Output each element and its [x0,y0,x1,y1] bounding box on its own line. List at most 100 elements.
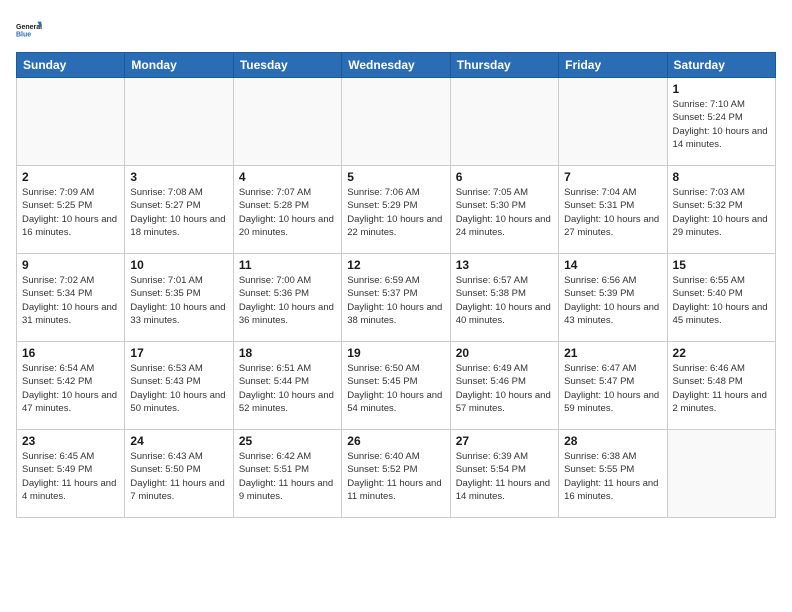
week-row-4: 16 Sunrise: 6:54 AM Sunset: 5:42 PM Dayli… [17,342,776,430]
day-info: Sunrise: 7:09 AM Sunset: 5:25 PM Dayligh… [22,186,119,239]
day-number: 3 [130,170,227,184]
calendar-cell: 22 Sunrise: 6:46 AM Sunset: 5:48 PM Dayli… [667,342,775,430]
calendar-cell: 24 Sunrise: 6:43 AM Sunset: 5:50 PM Dayli… [125,430,233,518]
day-info: Sunrise: 6:38 AM Sunset: 5:55 PM Dayligh… [564,450,661,503]
calendar-cell [17,78,125,166]
calendar-cell: 13Sunrise: 6:57 AM Sunset: 5:38 PM Dayli… [450,254,558,342]
calendar-cell: 14Sunrise: 6:56 AM Sunset: 5:39 PM Dayli… [559,254,667,342]
day-number: 28 [564,434,661,448]
week-row-5: 23 Sunrise: 6:45 AM Sunset: 5:49 PM Dayli… [17,430,776,518]
day-number: 9 [22,258,119,272]
calendar-cell: 6Sunrise: 7:05 AM Sunset: 5:30 PM Daylig… [450,166,558,254]
day-number: 13 [456,258,553,272]
calendar-cell: 9 Sunrise: 7:02 AM Sunset: 5:34 PM Daylig… [17,254,125,342]
calendar-cell: 2 Sunrise: 7:09 AM Sunset: 5:25 PM Daylig… [17,166,125,254]
calendar-cell [342,78,450,166]
week-row-3: 9 Sunrise: 7:02 AM Sunset: 5:34 PM Daylig… [17,254,776,342]
calendar-cell: 1 Sunrise: 7:10 AM Sunset: 5:24 PM Daylig… [667,78,775,166]
week-row-2: 2 Sunrise: 7:09 AM Sunset: 5:25 PM Daylig… [17,166,776,254]
day-info: Sunrise: 6:47 AM Sunset: 5:47 PM Dayligh… [564,362,661,415]
calendar-cell: 3Sunrise: 7:08 AM Sunset: 5:27 PM Daylig… [125,166,233,254]
calendar-cell: 18 Sunrise: 6:51 AM Sunset: 5:44 PM Dayli… [233,342,341,430]
calendar-cell [233,78,341,166]
calendar-cell: 27 Sunrise: 6:39 AM Sunset: 5:54 PM Dayli… [450,430,558,518]
calendar-cell: 10Sunrise: 7:01 AM Sunset: 5:35 PM Dayli… [125,254,233,342]
day-info: Sunrise: 6:46 AM Sunset: 5:48 PM Dayligh… [673,362,770,415]
calendar-cell [125,78,233,166]
day-number: 17 [130,346,227,360]
calendar-cell: 12 Sunrise: 6:59 AM Sunset: 5:37 PM Dayli… [342,254,450,342]
calendar-cell: 17 Sunrise: 6:53 AM Sunset: 5:43 PM Dayli… [125,342,233,430]
day-info: Sunrise: 6:39 AM Sunset: 5:54 PM Dayligh… [456,450,553,503]
day-info: Sunrise: 7:10 AM Sunset: 5:24 PM Dayligh… [673,98,770,151]
weekday-header-friday: Friday [559,53,667,78]
day-info: Sunrise: 6:55 AM Sunset: 5:40 PM Dayligh… [673,274,770,327]
calendar-cell: 11 Sunrise: 7:00 AM Sunset: 5:36 PM Dayli… [233,254,341,342]
day-info: Sunrise: 6:53 AM Sunset: 5:43 PM Dayligh… [130,362,227,415]
calendar-cell: 16 Sunrise: 6:54 AM Sunset: 5:42 PM Dayli… [17,342,125,430]
day-info: Sunrise: 6:49 AM Sunset: 5:46 PM Dayligh… [456,362,553,415]
weekday-header-row: SundayMondayTuesdayWednesdayThursdayFrid… [17,53,776,78]
day-info: Sunrise: 6:43 AM Sunset: 5:50 PM Dayligh… [130,450,227,503]
day-info: Sunrise: 6:45 AM Sunset: 5:49 PM Dayligh… [22,450,119,503]
day-number: 14 [564,258,661,272]
calendar-cell: 15 Sunrise: 6:55 AM Sunset: 5:40 PM Dayli… [667,254,775,342]
day-info: Sunrise: 7:01 AM Sunset: 5:35 PM Dayligh… [130,274,227,327]
day-number: 8 [673,170,770,184]
calendar-cell: 28 Sunrise: 6:38 AM Sunset: 5:55 PM Dayli… [559,430,667,518]
day-info: Sunrise: 6:42 AM Sunset: 5:51 PM Dayligh… [239,450,336,503]
day-info: Sunrise: 6:40 AM Sunset: 5:52 PM Dayligh… [347,450,444,503]
day-info: Sunrise: 6:50 AM Sunset: 5:45 PM Dayligh… [347,362,444,415]
day-number: 4 [239,170,336,184]
calendar-cell: 20 Sunrise: 6:49 AM Sunset: 5:46 PM Dayli… [450,342,558,430]
page-header: GeneralBlue [16,16,776,44]
calendar-cell: 4 Sunrise: 7:07 AM Sunset: 5:28 PM Daylig… [233,166,341,254]
day-number: 11 [239,258,336,272]
day-info: Sunrise: 7:03 AM Sunset: 5:32 PM Dayligh… [673,186,770,239]
calendar-cell [667,430,775,518]
svg-text:General: General [16,24,42,31]
day-number: 6 [456,170,553,184]
day-number: 19 [347,346,444,360]
calendar-cell: 19 Sunrise: 6:50 AM Sunset: 5:45 PM Dayli… [342,342,450,430]
day-info: Sunrise: 6:54 AM Sunset: 5:42 PM Dayligh… [22,362,119,415]
day-number: 21 [564,346,661,360]
day-number: 15 [673,258,770,272]
day-number: 12 [347,258,444,272]
day-info: Sunrise: 7:04 AM Sunset: 5:31 PM Dayligh… [564,186,661,239]
day-info: Sunrise: 7:06 AM Sunset: 5:29 PM Dayligh… [347,186,444,239]
calendar-cell: 7 Sunrise: 7:04 AM Sunset: 5:31 PM Daylig… [559,166,667,254]
day-number: 22 [673,346,770,360]
logo: GeneralBlue [16,16,44,44]
weekday-header-monday: Monday [125,53,233,78]
weekday-header-saturday: Saturday [667,53,775,78]
svg-text:Blue: Blue [16,32,31,39]
day-number: 16 [22,346,119,360]
calendar-cell: 25 Sunrise: 6:42 AM Sunset: 5:51 PM Dayli… [233,430,341,518]
day-info: Sunrise: 6:51 AM Sunset: 5:44 PM Dayligh… [239,362,336,415]
day-number: 1 [673,82,770,96]
day-number: 7 [564,170,661,184]
day-info: Sunrise: 7:00 AM Sunset: 5:36 PM Dayligh… [239,274,336,327]
day-info: Sunrise: 7:07 AM Sunset: 5:28 PM Dayligh… [239,186,336,239]
day-number: 23 [22,434,119,448]
day-number: 27 [456,434,553,448]
day-number: 26 [347,434,444,448]
weekday-header-sunday: Sunday [17,53,125,78]
calendar-cell: 26 Sunrise: 6:40 AM Sunset: 5:52 PM Dayli… [342,430,450,518]
day-info: Sunrise: 6:59 AM Sunset: 5:37 PM Dayligh… [347,274,444,327]
calendar-cell: 21 Sunrise: 6:47 AM Sunset: 5:47 PM Dayli… [559,342,667,430]
day-number: 24 [130,434,227,448]
calendar-cell [559,78,667,166]
weekday-header-tuesday: Tuesday [233,53,341,78]
calendar-table: SundayMondayTuesdayWednesdayThursdayFrid… [16,52,776,518]
day-number: 18 [239,346,336,360]
day-number: 2 [22,170,119,184]
day-info: Sunrise: 7:02 AM Sunset: 5:34 PM Dayligh… [22,274,119,327]
weekday-header-wednesday: Wednesday [342,53,450,78]
weekday-header-thursday: Thursday [450,53,558,78]
day-number: 20 [456,346,553,360]
calendar-cell: 23 Sunrise: 6:45 AM Sunset: 5:49 PM Dayli… [17,430,125,518]
week-row-1: 1 Sunrise: 7:10 AM Sunset: 5:24 PM Daylig… [17,78,776,166]
day-number: 25 [239,434,336,448]
